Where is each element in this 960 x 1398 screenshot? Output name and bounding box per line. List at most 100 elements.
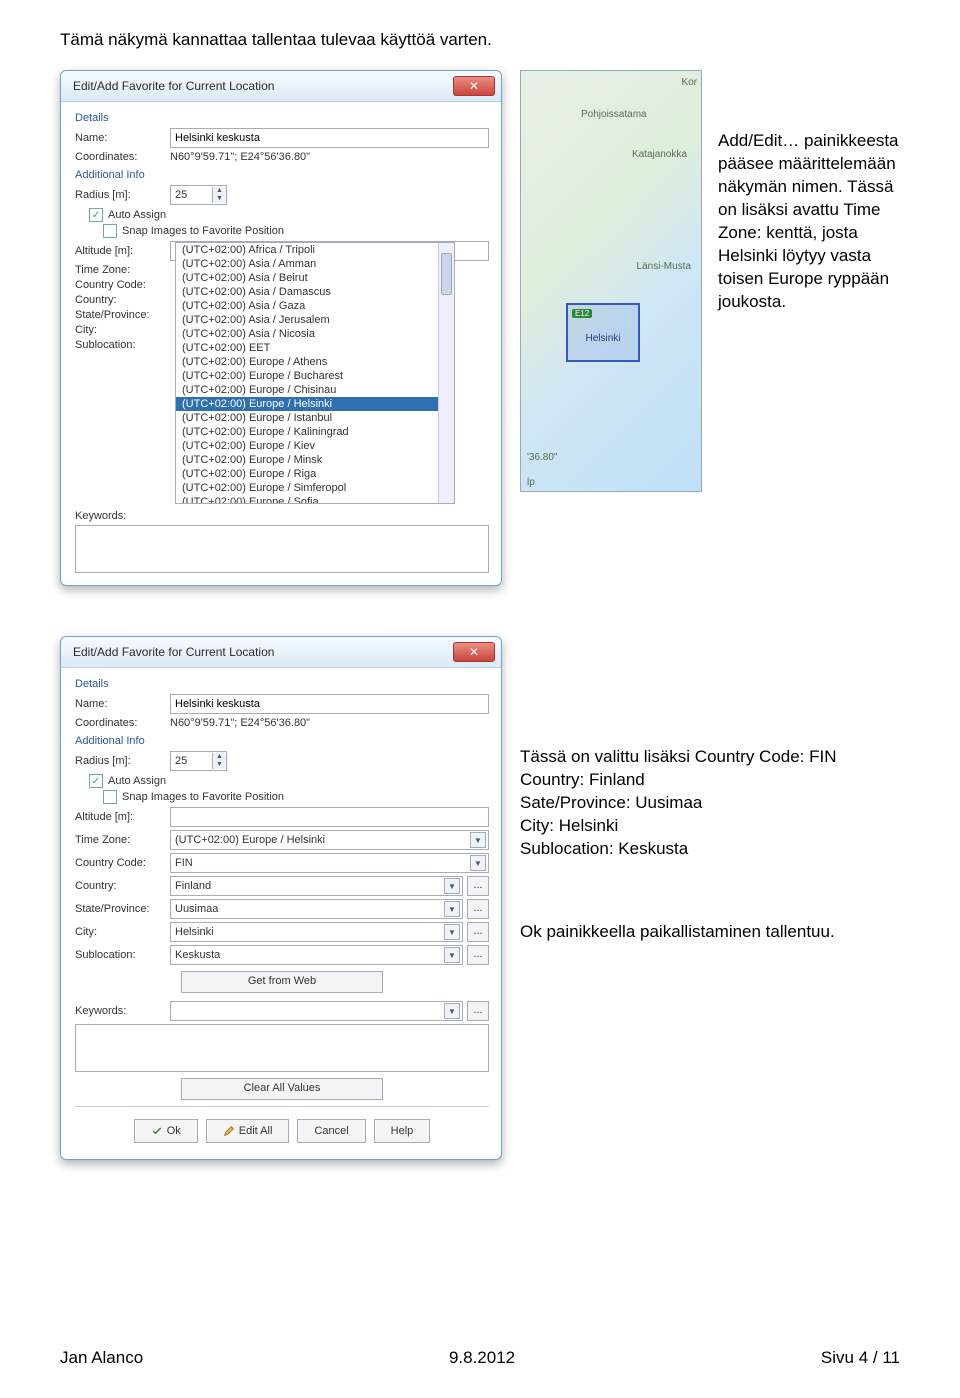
auto-assign-checkbox[interactable]: ✓ Auto Assign bbox=[89, 208, 489, 222]
timezone-option[interactable]: (UTC+02:00) Europe / Istanbul bbox=[176, 411, 454, 425]
timezone-combo[interactable]: (UTC+02:00) Europe / Helsinki▼ bbox=[170, 830, 489, 850]
map-label-lansimusta: Länsi-Musta bbox=[637, 261, 691, 272]
keywords-browse-button[interactable]: ... bbox=[467, 1001, 489, 1021]
timezone-option[interactable]: (UTC+02:00) EET bbox=[176, 341, 454, 355]
spin-up-icon[interactable]: ▲ bbox=[212, 187, 226, 195]
ok-button[interactable]: Ok bbox=[134, 1119, 198, 1143]
help-button[interactable]: Help bbox=[374, 1119, 431, 1143]
clear-all-button[interactable]: Clear All Values bbox=[181, 1078, 383, 1100]
state-combo[interactable]: Uusimaa▼ bbox=[170, 899, 463, 919]
timezone-option[interactable]: (UTC+02:00) Europe / Helsinki bbox=[176, 397, 454, 411]
city-combo[interactable]: Helsinki▼ bbox=[170, 922, 463, 942]
dialog-title: Edit/Add Favorite for Current Location bbox=[73, 79, 274, 93]
chevron-down-icon: ▼ bbox=[444, 1003, 460, 1019]
name-input[interactable] bbox=[170, 694, 489, 714]
timezone-option[interactable]: (UTC+02:00) Europe / Chisinau bbox=[176, 383, 454, 397]
scrollbar[interactable] bbox=[438, 243, 454, 503]
scrollbar-thumb[interactable] bbox=[441, 253, 452, 295]
dialog-titlebar[interactable]: Edit/Add Favorite for Current Location ✕ bbox=[61, 71, 501, 102]
snap-checkbox[interactable]: Snap Images to Favorite Position bbox=[103, 224, 489, 238]
checkbox-checked-icon: ✓ bbox=[89, 208, 103, 222]
dialog-title: Edit/Add Favorite for Current Location bbox=[73, 645, 274, 659]
countrycode-value: FIN bbox=[175, 857, 470, 869]
details-header: Details bbox=[75, 678, 489, 690]
timezone-option[interactable]: (UTC+02:00) Europe / Minsk bbox=[176, 453, 454, 467]
timezone-option[interactable]: (UTC+02:00) Asia / Nicosia bbox=[176, 327, 454, 341]
timezone-option[interactable]: (UTC+02:00) Asia / Gaza bbox=[176, 299, 454, 313]
keywords-combo[interactable]: ▼ bbox=[170, 1001, 463, 1021]
country-label: Country: bbox=[75, 880, 170, 892]
countrycode-label: Country Code: bbox=[75, 857, 170, 869]
close-button[interactable]: ✕ bbox=[453, 76, 495, 96]
timezone-label: Time Zone: bbox=[75, 264, 170, 276]
state-value: Uusimaa bbox=[175, 903, 444, 915]
footer-page: Sivu 4 / 11 bbox=[821, 1348, 900, 1368]
map-label-pohjoissatama: Pohjoissatama bbox=[581, 109, 647, 120]
state-browse-button[interactable]: ... bbox=[467, 899, 489, 919]
timezone-option[interactable]: (UTC+02:00) Europe / Riga bbox=[176, 467, 454, 481]
spin-down-icon[interactable]: ▼ bbox=[212, 195, 226, 203]
timezone-option[interactable]: (UTC+02:00) Europe / Kiev bbox=[176, 439, 454, 453]
country-combo[interactable]: Finland▼ bbox=[170, 876, 463, 896]
sublocation-combo[interactable]: Keskusta▼ bbox=[170, 945, 463, 965]
map-addedit-button[interactable]: Add/Edit... bbox=[701, 415, 702, 437]
country-label: Country: bbox=[75, 294, 170, 306]
map-search-button[interactable]: Search bbox=[701, 439, 702, 461]
radius-spinner[interactable]: 25 ▲▼ bbox=[170, 751, 227, 771]
timezone-option[interactable]: (UTC+02:00) Africa / Tripoli bbox=[176, 243, 454, 257]
snap-label: Snap Images to Favorite Position bbox=[122, 791, 284, 803]
pencil-icon bbox=[223, 1125, 235, 1137]
timezone-option[interactable]: (UTC+02:00) Asia / Amman bbox=[176, 257, 454, 271]
city-browse-button[interactable]: ... bbox=[467, 922, 489, 942]
sublocation-value: Keskusta bbox=[175, 949, 444, 961]
annotation-2: Tässä on valittu lisäksi Country Code: F… bbox=[520, 636, 910, 861]
additional-info-header: Additional Info bbox=[75, 735, 489, 747]
coordinates-label: Coordinates: bbox=[75, 717, 170, 729]
editall-button[interactable]: Edit All bbox=[206, 1119, 290, 1143]
timezone-option[interactable]: (UTC+02:00) Europe / Athens bbox=[176, 355, 454, 369]
checkbox-unchecked-icon bbox=[103, 790, 117, 804]
timezone-option[interactable]: (UTC+02:00) Asia / Damascus bbox=[176, 285, 454, 299]
timezone-option[interactable]: (UTC+02:00) Europe / Sofia bbox=[176, 495, 454, 504]
timezone-option[interactable]: (UTC+02:00) Asia / Beirut bbox=[176, 271, 454, 285]
dialog-titlebar[interactable]: Edit/Add Favorite for Current Location ✕ bbox=[61, 637, 501, 668]
name-input[interactable] bbox=[170, 128, 489, 148]
edit-favorite-dialog-1: Edit/Add Favorite for Current Location ✕… bbox=[60, 70, 502, 586]
coordinates-value: N60°9'59.71"; E24°56'36.80" bbox=[170, 717, 310, 729]
get-from-web-button[interactable]: Get from Web bbox=[181, 971, 383, 993]
timezone-option[interactable]: (UTC+02:00) Europe / Bucharest bbox=[176, 369, 454, 383]
radius-value: 25 bbox=[171, 755, 212, 767]
sublocation-label: Sublocation: bbox=[75, 339, 170, 351]
timezone-option[interactable]: (UTC+02:00) Asia / Jerusalem bbox=[176, 313, 454, 327]
auto-assign-label: Auto Assign bbox=[108, 209, 166, 221]
close-button[interactable]: ✕ bbox=[453, 642, 495, 662]
country-value: Finland bbox=[175, 880, 444, 892]
timezone-listbox[interactable]: (UTC+02:00) Africa / Tripoli(UTC+02:00) … bbox=[175, 242, 455, 504]
timezone-option[interactable]: (UTC+02:00) Europe / Simferopol bbox=[176, 481, 454, 495]
timezone-option[interactable]: (UTC+02:00) Europe / Kaliningrad bbox=[176, 425, 454, 439]
countrycode-label: Country Code: bbox=[75, 279, 170, 291]
city-label: City: bbox=[75, 926, 170, 938]
help-tail-text: lp bbox=[527, 477, 535, 488]
coordinates-value: N60°9'59.71"; E24°56'36.80" bbox=[170, 151, 310, 163]
countrycode-combo[interactable]: FIN▼ bbox=[170, 853, 489, 873]
altitude-label: Altitude [m]: bbox=[75, 811, 170, 823]
snap-label: Snap Images to Favorite Position bbox=[122, 225, 284, 237]
altitude-input[interactable] bbox=[170, 807, 489, 827]
details-header: Details bbox=[75, 112, 489, 124]
auto-assign-checkbox[interactable]: ✓ Auto Assign bbox=[89, 774, 489, 788]
radius-spinner[interactable]: 25 ▲▼ bbox=[170, 185, 227, 205]
sublocation-browse-button[interactable]: ... bbox=[467, 945, 489, 965]
spin-down-icon[interactable]: ▼ bbox=[212, 761, 226, 769]
country-browse-button[interactable]: ... bbox=[467, 876, 489, 896]
map-label-kor: Kor bbox=[681, 77, 697, 88]
cancel-button[interactable]: Cancel bbox=[297, 1119, 365, 1143]
keywords-textarea[interactable] bbox=[75, 525, 489, 573]
map-preview[interactable]: Kor Pohjoissatama Katajanokka Länsi-Must… bbox=[520, 70, 702, 492]
chevron-down-icon: ▼ bbox=[470, 832, 486, 848]
keywords-textarea[interactable] bbox=[75, 1024, 489, 1072]
snap-checkbox[interactable]: Snap Images to Favorite Position bbox=[103, 790, 489, 804]
chevron-down-icon: ▼ bbox=[444, 947, 460, 963]
spin-up-icon[interactable]: ▲ bbox=[212, 753, 226, 761]
coord-tail-text: '36.80" bbox=[527, 452, 557, 463]
